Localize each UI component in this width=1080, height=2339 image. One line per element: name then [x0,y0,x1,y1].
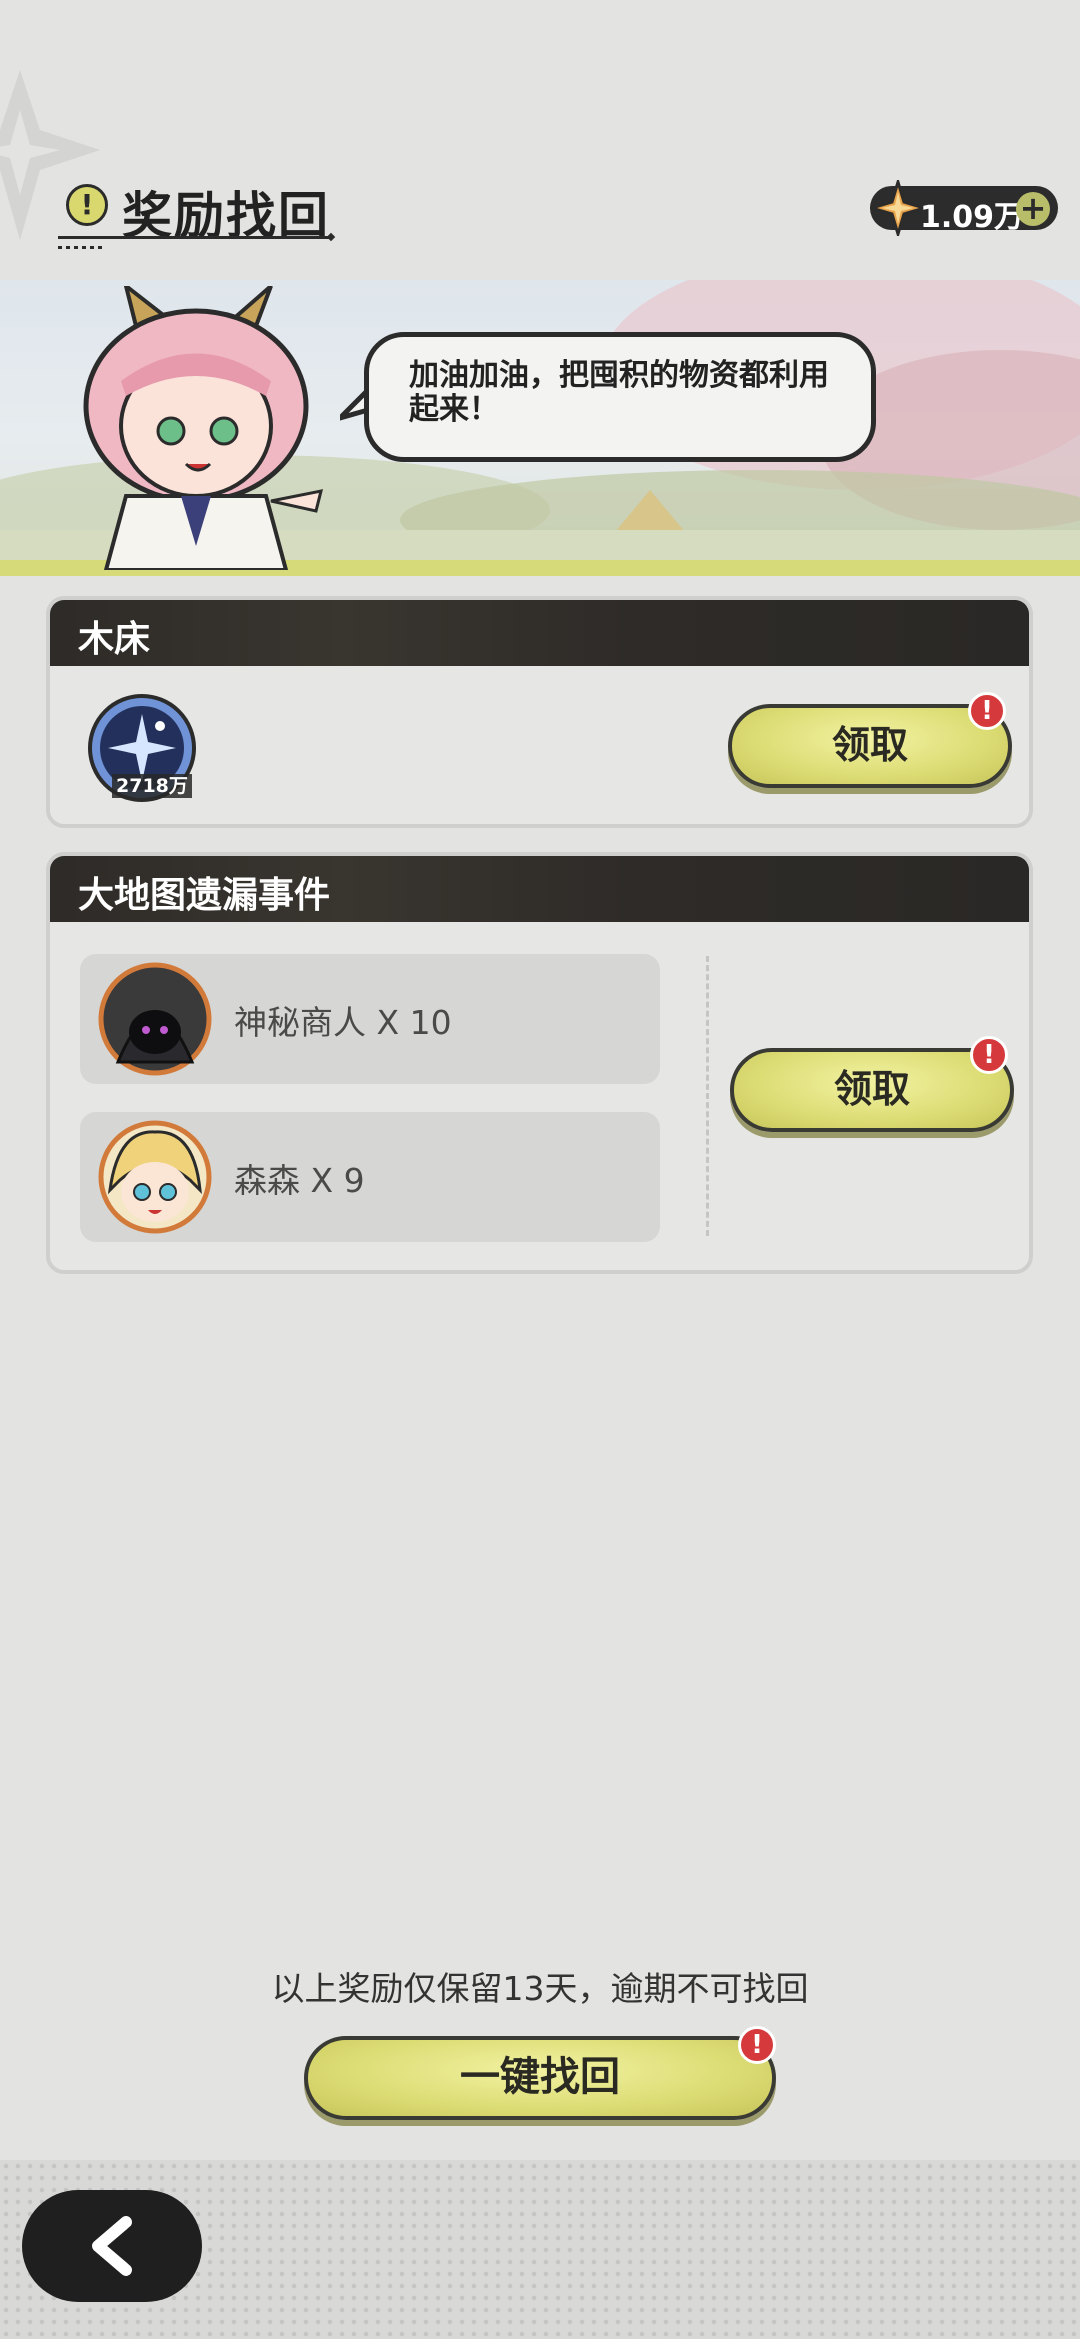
speech-bubble: 加油加油，把囤积的物资都利用起来！ [364,332,876,462]
list-item: 神秘商人 X 10 [80,954,660,1084]
alert-badge: ! [968,692,1006,730]
section-title: 大地图遗漏事件 [78,875,331,916]
back-button[interactable] [22,2190,202,2302]
reward-item[interactable]: 2718万 [86,692,198,804]
blonde-girl-avatar-icon [98,1120,212,1234]
title-underline [58,236,333,239]
speech-text: 加油加油，把囤积的物资都利用起来！ [409,358,829,427]
section-header: 大地图遗漏事件 [50,856,1029,922]
event-label: 神秘商人 X 10 [234,1003,452,1042]
retention-notice: 以上奖励仅保留13天，逾期不可找回 [271,1969,809,2008]
exclamation-icon: ! [66,184,108,226]
reward-retrieval-screen: ! 奖励找回 1.09万 + 加油加油，把囤积的物资都利用起来！ 木床 2718… [0,0,1080,2339]
section-header: 木床 [50,600,1029,666]
title-dots [58,246,106,249]
banner: 加油加油，把囤积的物资都利用起来！ [0,280,1080,585]
list-item: 森森 X 9 [80,1112,660,1242]
star-crystal-icon [870,180,926,236]
character-portrait-icon [83,286,324,570]
add-currency-button[interactable]: + [1016,192,1050,226]
currency-value: 1.09万 [920,200,1025,235]
alert-badge: ! [970,1036,1008,1074]
divider [706,956,709,1236]
section-wooden-bed: 木床 2718万 领取 ! [46,596,1033,828]
header: ! 奖励找回 1.09万 + [0,0,1080,280]
event-label: 森森 X 9 [234,1161,365,1200]
currency-display[interactable]: 1.09万 + [870,180,1058,236]
bottom-bar [0,2160,1080,2339]
section-title: 木床 [78,619,151,660]
alert-badge: ! [738,2026,776,2064]
hooded-merchant-avatar-icon [98,962,212,1076]
section-map-events: 大地图遗漏事件 神秘商人 X 10 森森 X 9 领取 ! [46,852,1033,1274]
reward-count: 2718万 [112,774,192,798]
chevron-left-icon [92,2216,132,2276]
retrieve-all-button[interactable]: 一键找回 [304,2036,776,2120]
